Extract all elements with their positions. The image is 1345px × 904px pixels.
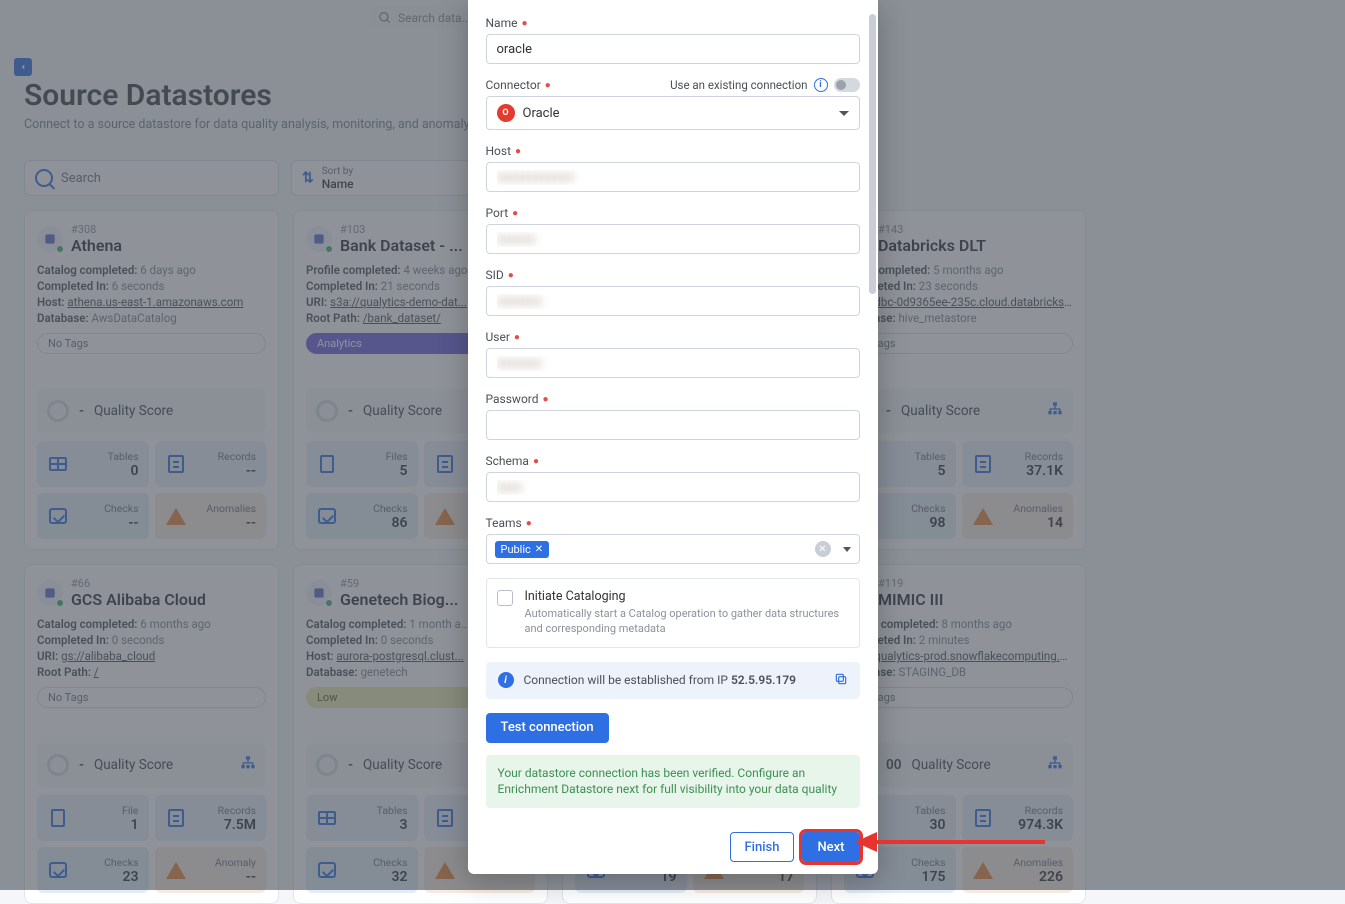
initiate-catalog-option[interactable]: Initiate Cataloging Automatically start …	[486, 578, 860, 648]
chip-remove-icon[interactable]: ✕	[535, 544, 543, 555]
add-datastore-modal: Name● Connector● Use an existing connect…	[468, 0, 878, 874]
modal-scrollbar[interactable]	[869, 14, 876, 294]
required-icon: ●	[521, 18, 527, 29]
use-existing-label: Use an existing connection	[670, 78, 807, 92]
required-icon: ●	[514, 332, 520, 343]
password-label: Password	[486, 392, 539, 406]
finish-button[interactable]: Finish	[730, 832, 795, 862]
ip-info-box: i Connection will be established from IP…	[486, 662, 860, 699]
teams-select[interactable]: Public✕ ✕	[486, 534, 860, 564]
required-icon: ●	[515, 146, 521, 157]
teams-label: Teams	[486, 516, 522, 530]
required-icon: ●	[526, 518, 532, 529]
connector-label: Connector	[486, 78, 541, 92]
required-icon: ●	[512, 208, 518, 219]
clear-teams-button[interactable]: ✕	[815, 541, 831, 557]
name-label: Name	[486, 16, 518, 30]
required-icon: ●	[508, 270, 514, 281]
oracle-icon: O	[497, 104, 515, 122]
host-input[interactable]	[486, 162, 860, 192]
required-icon: ●	[533, 456, 539, 467]
sid-label: SID	[486, 268, 504, 282]
info-icon[interactable]: i	[814, 78, 828, 92]
required-icon: ●	[545, 80, 551, 91]
next-button[interactable]: Next	[802, 832, 859, 862]
initiate-catalog-checkbox[interactable]	[497, 590, 513, 606]
user-label: User	[486, 330, 510, 344]
modal-footer: Finish Next	[730, 832, 860, 862]
name-input[interactable]	[486, 34, 860, 64]
schema-label: Schema	[486, 454, 529, 468]
ip-note: Connection will be established from IP 5…	[524, 673, 797, 687]
sid-input[interactable]	[486, 286, 860, 316]
connector-select[interactable]: O Oracle	[486, 96, 860, 130]
port-label: Port	[486, 206, 509, 220]
initiate-catalog-desc: Automatically start a Catalog operation …	[525, 607, 849, 637]
chevron-down-icon	[839, 111, 849, 116]
schema-input[interactable]	[486, 472, 860, 502]
required-icon: ●	[543, 394, 549, 405]
port-input[interactable]	[486, 224, 860, 254]
info-icon: i	[498, 672, 514, 688]
team-chip[interactable]: Public✕	[495, 541, 550, 558]
chevron-down-icon	[843, 547, 851, 552]
password-input[interactable]	[486, 410, 860, 440]
connector-value: Oracle	[523, 106, 560, 121]
user-input[interactable]	[486, 348, 860, 378]
success-message: Your datastore connection has been verif…	[486, 755, 860, 809]
host-label: Host	[486, 144, 512, 158]
test-connection-button[interactable]: Test connection	[486, 713, 609, 743]
copy-ip-button[interactable]	[834, 672, 848, 689]
use-existing-toggle[interactable]	[834, 78, 860, 92]
initiate-catalog-title: Initiate Cataloging	[525, 589, 849, 604]
